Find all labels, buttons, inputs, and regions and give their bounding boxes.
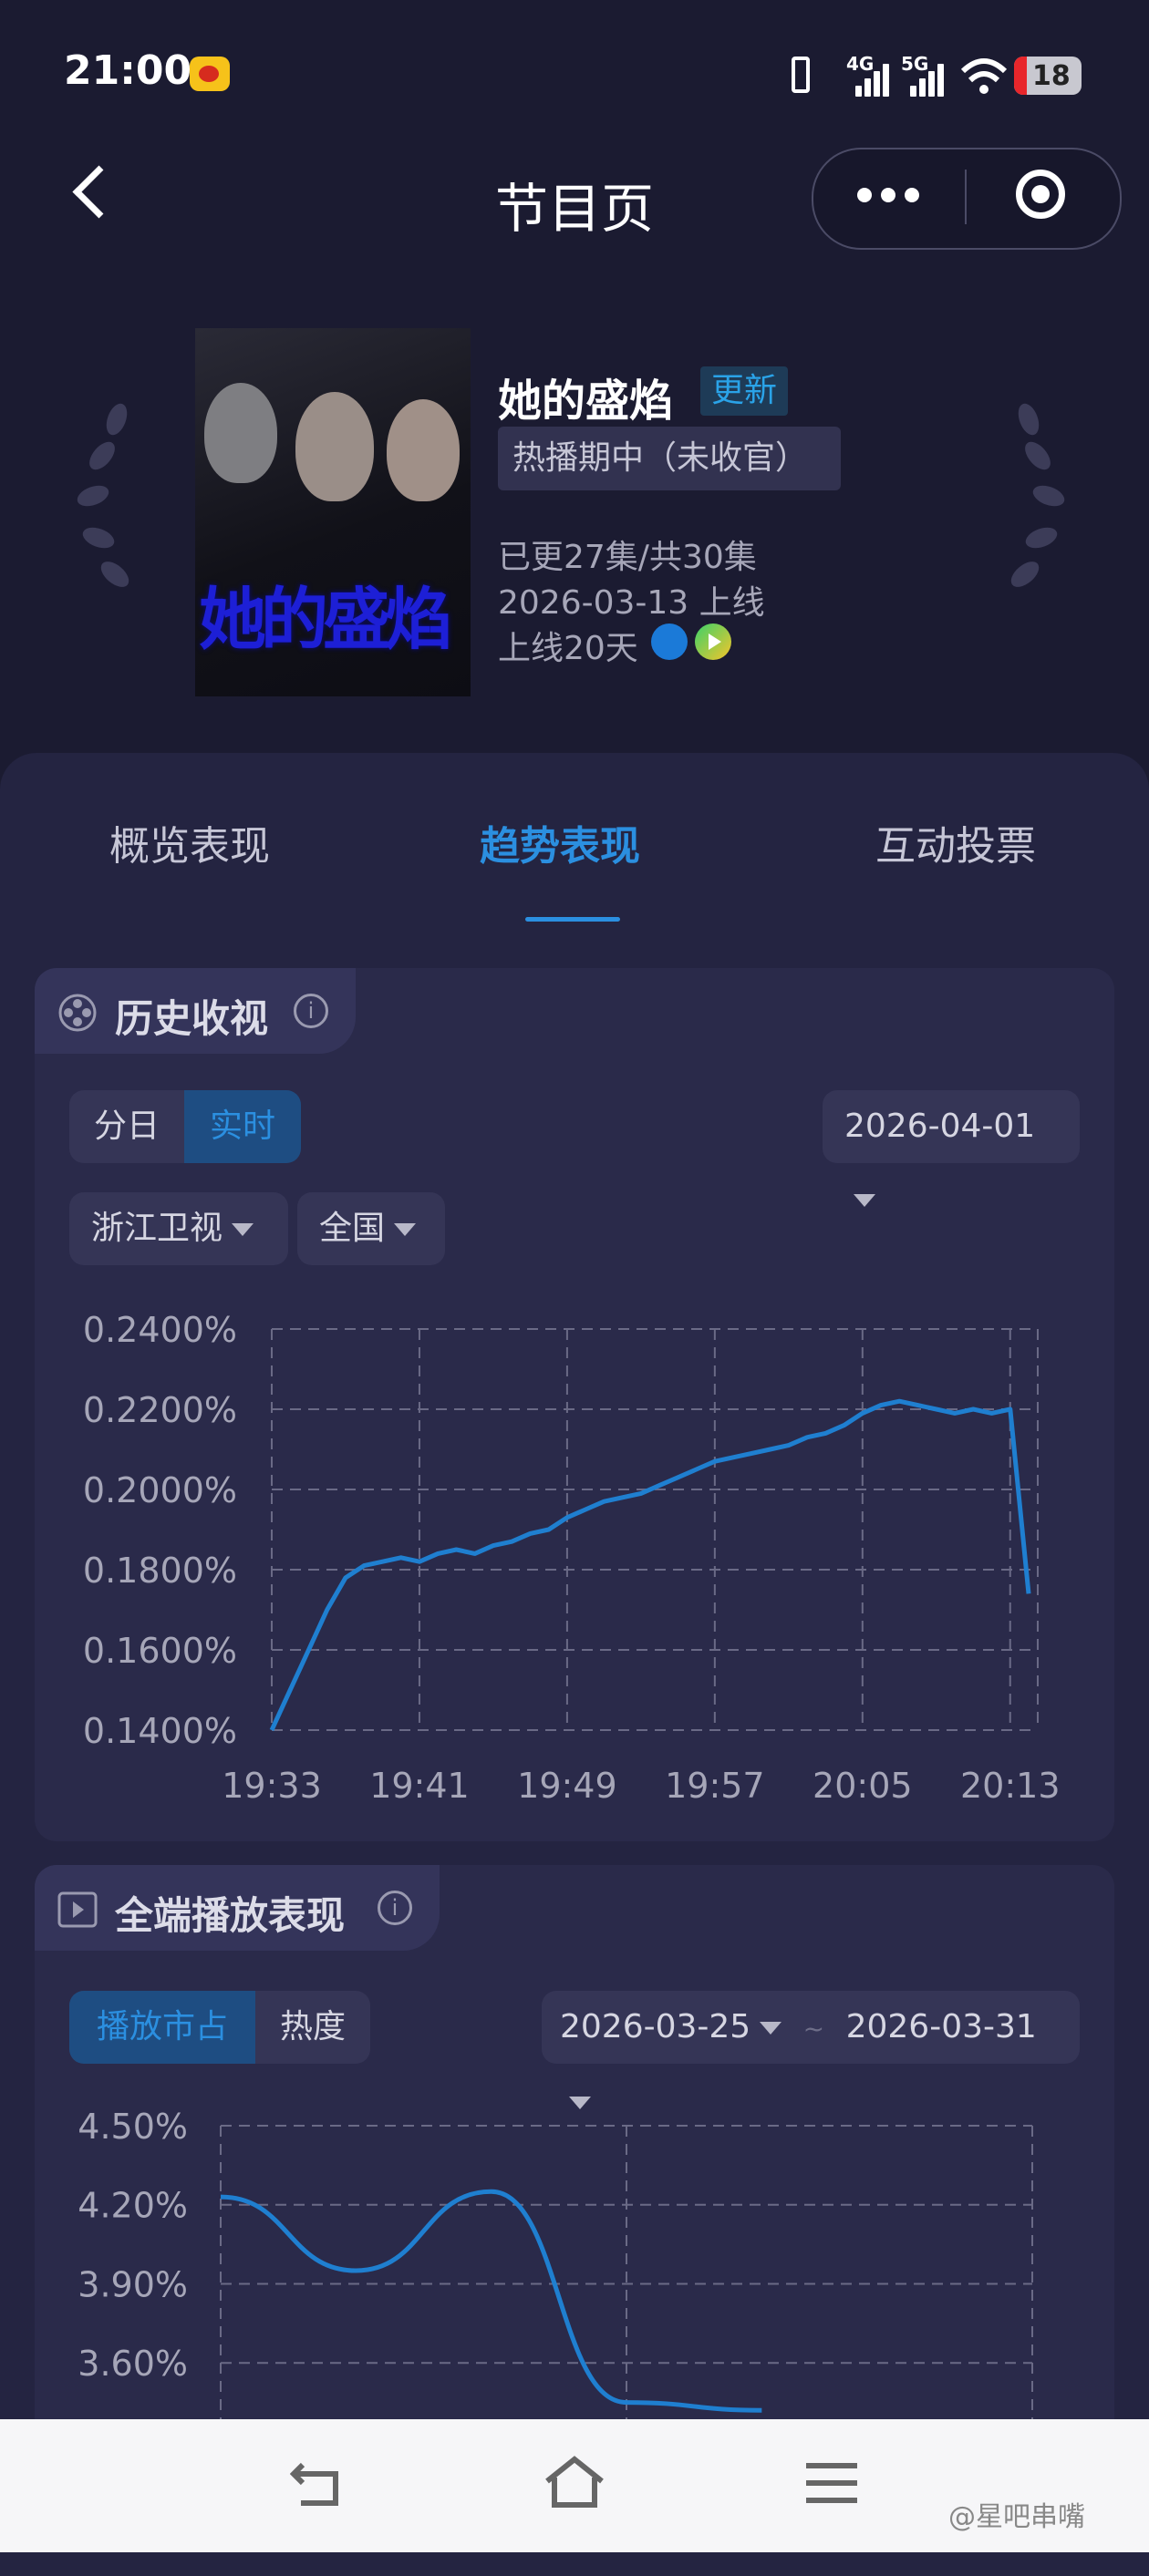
chevron-down-icon [854,1194,875,1207]
zhejiang-tv-logo-icon [651,623,688,660]
y-tick-label: 0.2200% [83,1390,237,1430]
mode-realtime-button[interactable]: 实时 [184,1090,301,1163]
vibrate-icon [792,57,810,93]
play-card-title: 全端播放表现 [115,1893,346,1938]
x-tick-label: 19:57 [665,1766,765,1806]
airing-status-badge: 热播期中（未收官） [498,427,841,490]
laurel-right-icon [1006,400,1068,611]
chevron-down-icon [232,1223,254,1236]
signal-bars-icon [910,57,947,97]
laurel-left-icon [73,400,134,611]
days-online: 上线20天 [498,630,638,667]
capsule-divider [965,170,967,224]
ratings-series-line [269,1398,1031,1732]
y-tick-label: 3.90% [78,2264,188,2304]
info-icon[interactable]: i [294,994,328,1028]
menu-nav-icon[interactable] [806,2461,857,2505]
show-name: 她的盛焰 [498,376,674,427]
signal-bars-icon [855,57,892,97]
ratings-card-title: 历史收视 [115,996,269,1041]
mode-market-share-button[interactable]: 播放市占 [69,1991,255,2064]
y-tick-label: 4.20% [78,2186,188,2226]
date-range-start: 2026-03-25 [560,2008,751,2045]
ratings-line-chart: 0.2400% 0.2200% 0.2000% 0.1800% 0.1600% 0.140… [83,1310,1061,1806]
tab-overview[interactable]: 概览表现 [109,813,270,871]
market-share-line-chart: 4.50% 4.20% 3.90% 3.60% [78,2107,1033,2419]
y-tick-label: 4.50% [78,2107,188,2147]
y-tick-label: 0.2000% [83,1470,237,1510]
streaming-platform-logo-icon [695,623,731,660]
mode-daily-button[interactable]: 分日 [69,1090,184,1163]
x-tick-label: 19:41 [369,1766,470,1806]
film-reel-icon [58,994,97,1032]
play-icon [57,1891,98,1928]
region-value: 全国 [319,1210,386,1247]
date-range-separator: ~ [802,2014,825,2044]
status-bar: 21:00 4G 5G 18 [0,0,1149,146]
channel-value: 浙江卫视 [91,1210,223,1247]
ratings-date-value: 2026-04-01 [844,1108,1036,1145]
watermark: @星吧串嘴 [948,2501,1085,2533]
weibo-notification-icon [190,57,230,91]
x-tick-label: 19:49 [517,1766,617,1806]
play-mode-switch: 播放市占 热度 [69,1991,370,2064]
update-badge: 更新 [700,366,789,416]
ratings-mode-switch: 分日 实时 [69,1090,301,1163]
y-tick-label: 0.1400% [83,1711,237,1751]
poster-title: 她的盛焰 [199,581,452,659]
x-tick-label: 20:13 [960,1766,1061,1806]
episode-count: 已更27集/共30集 [498,539,757,576]
battery-icon: 18 [1014,57,1082,95]
home-nav-icon[interactable] [543,2454,606,2510]
battery-level: 18 [1032,60,1071,92]
chevron-down-icon [394,1223,417,1236]
market-share-series-line [220,2189,762,2413]
y-tick-label: 0.1600% [83,1631,237,1671]
close-miniapp-button[interactable] [1016,170,1065,219]
tab-vote[interactable]: 互动投票 [875,813,1036,871]
x-tick-label: 20:05 [813,1766,913,1806]
channel-dropdown[interactable]: 浙江卫视 [69,1192,288,1265]
date-range-end: 2026-03-31 [845,2008,1037,2045]
y-tick-label: 0.2400% [83,1310,237,1350]
wifi-icon [960,58,1008,94]
y-tick-label: 3.60% [78,2344,188,2384]
info-icon[interactable]: i [378,1891,412,1925]
show-poster[interactable]: 她的盛焰 [195,328,471,696]
date-range-dropdown[interactable]: 2026-03-25 ~ 2026-03-31 [542,1991,1080,2109]
chevron-down-icon [760,2022,782,2035]
x-tick-label: 19:33 [222,1766,322,1806]
region-dropdown[interactable]: 全国 [297,1192,445,1265]
active-tab-indicator [525,917,620,922]
more-menu-button[interactable] [857,188,923,206]
premiere-date: 2026-03-13 上线 [498,584,765,622]
ratings-date-dropdown[interactable]: 2026-04-01 [823,1090,1080,1207]
mode-heat-button[interactable]: 热度 [255,1991,370,2064]
y-tick-label: 0.1800% [83,1551,237,1591]
back-nav-icon[interactable] [290,2458,345,2509]
status-time: 21:00 [64,47,192,94]
tab-trend[interactable]: 趋势表现 [480,813,640,871]
